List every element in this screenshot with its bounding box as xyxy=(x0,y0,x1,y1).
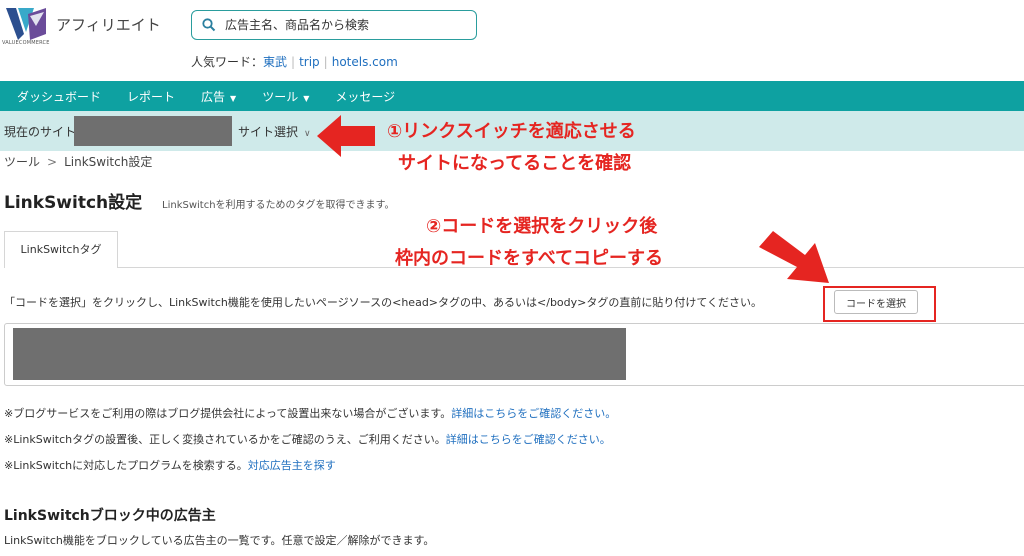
select-code-button[interactable]: コードを選択 xyxy=(834,290,918,314)
search-input[interactable] xyxy=(225,15,465,35)
nav-item-tools[interactable]: ツール ▼ xyxy=(262,88,309,105)
caret-down-icon: ▼ xyxy=(303,93,310,103)
nav-item-dashboard[interactable]: ダッシュボード xyxy=(17,88,101,105)
tab-linkswitch-tag[interactable]: LinkSwitchタグ xyxy=(4,231,118,268)
section-description: LinkSwitch機能をブロックしている広告主の一覧です。任意で設定／解除がで… xyxy=(4,534,435,547)
breadcrumb-separator: > xyxy=(47,155,58,169)
search-box[interactable] xyxy=(191,10,477,40)
main-nav: ダッシュボード レポート 広告 ▼ ツール ▼ メッセージ xyxy=(0,81,1024,111)
nav-item-messages[interactable]: メッセージ xyxy=(335,88,395,105)
note-text: ※LinkSwitchタグの設置後、正しく変換されているかをご確認のうえ、ご利用… xyxy=(4,433,446,446)
note-text: ※ブログサービスをご利用の際はブログ提供会社によって設置出来ない場合がございます… xyxy=(4,407,452,420)
logo-subtext: VALUECOMMERCE xyxy=(2,40,50,46)
site-select-label: サイト選択 xyxy=(238,125,299,139)
section-title-blocked-advertisers: LinkSwitchブロック中の広告主 xyxy=(4,508,216,524)
annotation-step2-line1: ②コードを選択をクリック後 xyxy=(426,216,658,237)
annotation-step1-line1: ①リンクスイッチを適応させる xyxy=(387,121,636,142)
nav-item-label: ツール xyxy=(262,89,299,104)
note-link[interactable]: 詳細はこちらをご確認ください。 xyxy=(451,407,616,420)
nav-item-label: ダッシュボード xyxy=(17,89,102,104)
annotation-arrow-left-icon xyxy=(317,115,375,157)
nav-item-ads[interactable]: 広告 ▼ xyxy=(201,88,236,105)
note-text: ※LinkSwitchに対応したプログラムを検索する。 xyxy=(4,459,248,472)
current-site-label: 現在のサイト xyxy=(4,125,77,139)
popular-label: 人気ワード： xyxy=(191,55,264,69)
nav-item-label: 広告 xyxy=(201,89,226,104)
code-textarea[interactable] xyxy=(4,323,1024,386)
nav-item-label: レポート xyxy=(127,89,176,104)
search-icon[interactable] xyxy=(202,18,216,32)
redacted-site-name xyxy=(74,116,232,146)
page-description: LinkSwitchを利用するためのタグを取得できます。 xyxy=(162,200,395,211)
chevron-down-icon: ∨ xyxy=(304,129,311,139)
separator: | xyxy=(323,55,328,69)
popular-word-link[interactable]: hotels.com xyxy=(332,55,398,69)
caret-down-icon: ▼ xyxy=(230,93,237,103)
instruction-text: 「コードを選択」をクリックし、LinkSwitch機能を使用したいページソースの… xyxy=(4,296,763,309)
note-line: ※ブログサービスをご利用の際はブログ提供会社によって設置出来ない場合がございます… xyxy=(4,405,616,421)
annotation-arrow-down-right-icon xyxy=(759,231,829,283)
breadcrumb: ツール > LinkSwitch設定 xyxy=(4,153,152,170)
site-select-dropdown[interactable]: サイト選択 ∨ xyxy=(238,123,311,140)
note-link[interactable]: 対応広告主を探す xyxy=(248,459,336,472)
page: VALUECOMMERCE アフィリエイト 人気ワード：東武 |trip| hote… xyxy=(0,0,1024,556)
redacted-code xyxy=(13,328,626,380)
nav-item-label: メッセージ xyxy=(335,89,396,104)
page-title: LinkSwitch設定 xyxy=(4,193,143,213)
note-link[interactable]: 詳細はこちらをご確認ください。 xyxy=(446,433,611,446)
note-line: ※LinkSwitchに対応したプログラムを検索する。対応広告主を探す xyxy=(4,457,336,473)
note-line: ※LinkSwitchタグの設置後、正しく変換されているかをご確認のうえ、ご利用… xyxy=(4,431,611,447)
breadcrumb-item-tools[interactable]: ツール xyxy=(4,155,40,169)
brand-name[interactable]: アフィリエイト xyxy=(56,14,161,35)
popular-word-link[interactable]: 東武 xyxy=(263,55,287,69)
annotation-step1-line2: サイトになってることを確認 xyxy=(398,153,632,174)
popular-word-link[interactable]: trip xyxy=(299,55,320,69)
tab-divider xyxy=(118,267,1024,268)
nav-item-report[interactable]: レポート xyxy=(127,88,175,105)
breadcrumb-item-current: LinkSwitch設定 xyxy=(64,155,153,169)
separator: | xyxy=(291,55,296,69)
popular-words: 人気ワード：東武 | trip | hotels.com xyxy=(191,53,398,70)
